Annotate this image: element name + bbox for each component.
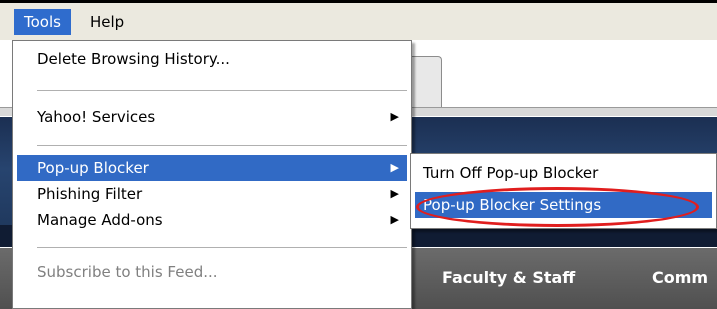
- menu-item-delete-browsing-history[interactable]: Delete Browsing History...: [17, 46, 407, 72]
- menu-item-yahoo-services[interactable]: Yahoo! Services ▶: [17, 104, 407, 130]
- menu-help[interactable]: Help: [80, 9, 134, 35]
- submenu-arrow-icon: ▶: [390, 213, 399, 226]
- nav-item-faculty-staff[interactable]: Faculty & Staff: [442, 268, 575, 287]
- nav-item-comm[interactable]: Comm: [652, 268, 708, 287]
- submenu-arrow-icon: ▶: [390, 161, 399, 174]
- menu-item-subscribe-to-feed: Subscribe to this Feed...: [17, 259, 407, 285]
- menu-item-label: Manage Add-ons: [37, 211, 163, 229]
- browser-window: Faculty & Staff Comm Tools Help Delete B…: [0, 0, 717, 309]
- menu-item-label: Yahoo! Services: [37, 108, 156, 126]
- menu-separator: [37, 247, 407, 248]
- menu-item-label: Turn Off Pop-up Blocker: [423, 164, 599, 182]
- menu-item-label: Delete Browsing History...: [37, 50, 230, 68]
- menu-item-popup-blocker-settings[interactable]: Pop-up Blocker Settings: [415, 192, 712, 218]
- menu-item-label: Phishing Filter: [37, 185, 143, 203]
- menu-item-label: Pop-up Blocker: [37, 159, 149, 177]
- menu-item-turn-off-popup-blocker[interactable]: Turn Off Pop-up Blocker: [415, 160, 712, 186]
- menu-item-label: Subscribe to this Feed...: [37, 263, 218, 281]
- menu-item-label: Pop-up Blocker Settings: [423, 196, 602, 214]
- submenu-arrow-icon: ▶: [390, 187, 399, 200]
- menu-separator: [37, 145, 407, 146]
- menu-item-popup-blocker[interactable]: Pop-up Blocker ▶: [17, 155, 407, 181]
- popup-blocker-submenu: Turn Off Pop-up Blocker Pop-up Blocker S…: [410, 153, 717, 229]
- menu-separator: [37, 90, 407, 91]
- tools-dropdown-menu: Delete Browsing History... Yahoo! Servic…: [12, 40, 412, 309]
- menu-tools[interactable]: Tools: [14, 9, 71, 35]
- menu-item-manage-add-ons[interactable]: Manage Add-ons ▶: [17, 207, 407, 233]
- menu-item-phishing-filter[interactable]: Phishing Filter ▶: [17, 181, 407, 207]
- submenu-arrow-icon: ▶: [390, 110, 399, 123]
- menu-bar: Tools Help: [0, 0, 717, 40]
